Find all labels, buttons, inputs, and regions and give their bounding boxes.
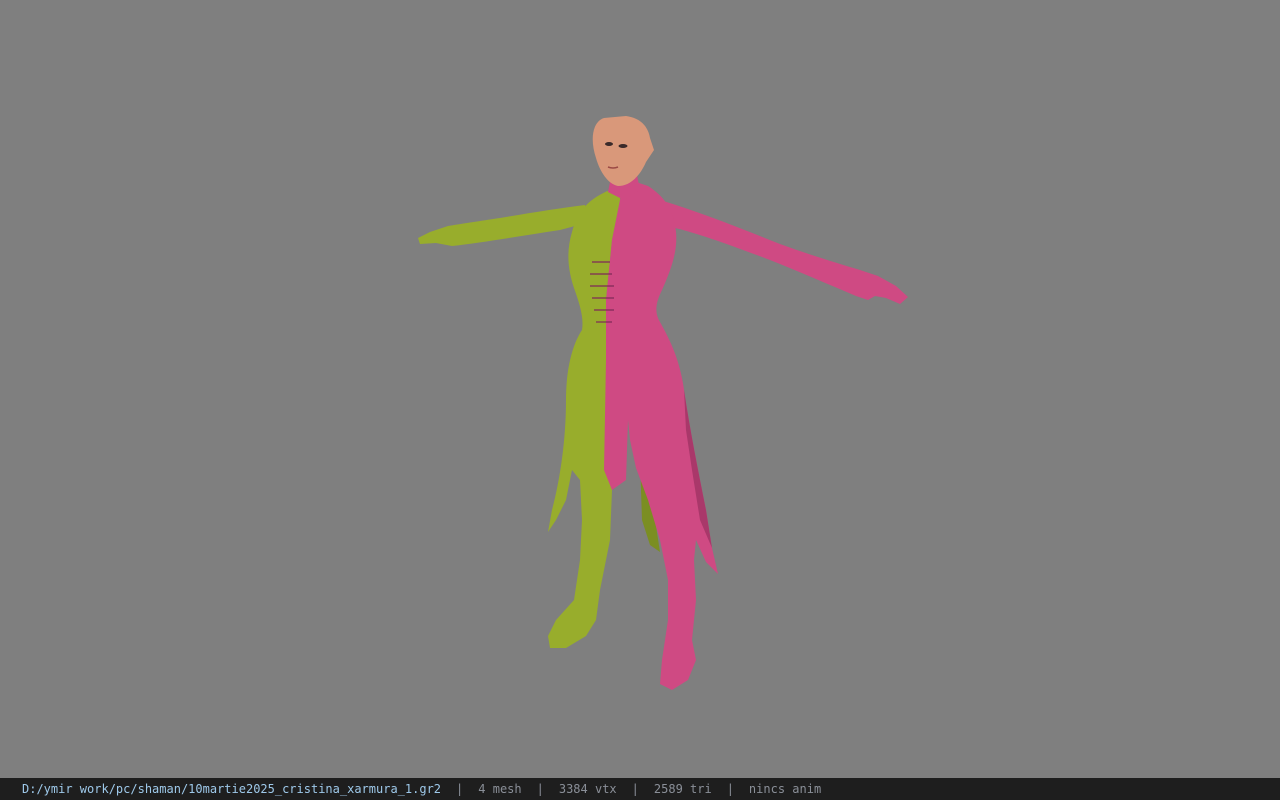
status-separator: | xyxy=(726,782,734,796)
model-left-arm xyxy=(418,205,590,246)
status-separator: | xyxy=(456,782,464,796)
status-separator: | xyxy=(536,782,544,796)
model-head xyxy=(592,116,654,186)
3d-viewport[interactable] xyxy=(0,0,1280,778)
file-path-label: D:/ymir work/pc/shaman/10martie2025_cris… xyxy=(22,782,442,796)
model-right-arm xyxy=(660,200,908,304)
status-separator: | xyxy=(631,782,639,796)
vertex-count-label: 3384 vtx xyxy=(558,782,617,796)
model-right-torso xyxy=(604,178,718,690)
character-model[interactable] xyxy=(0,0,1280,778)
mesh-count-label: 4 mesh xyxy=(478,782,522,796)
triangle-count-label: 2589 tri xyxy=(653,782,712,796)
status-bar: D:/ymir work/pc/shaman/10martie2025_cris… xyxy=(0,778,1280,800)
animation-status-label: nincs anim xyxy=(748,782,822,796)
